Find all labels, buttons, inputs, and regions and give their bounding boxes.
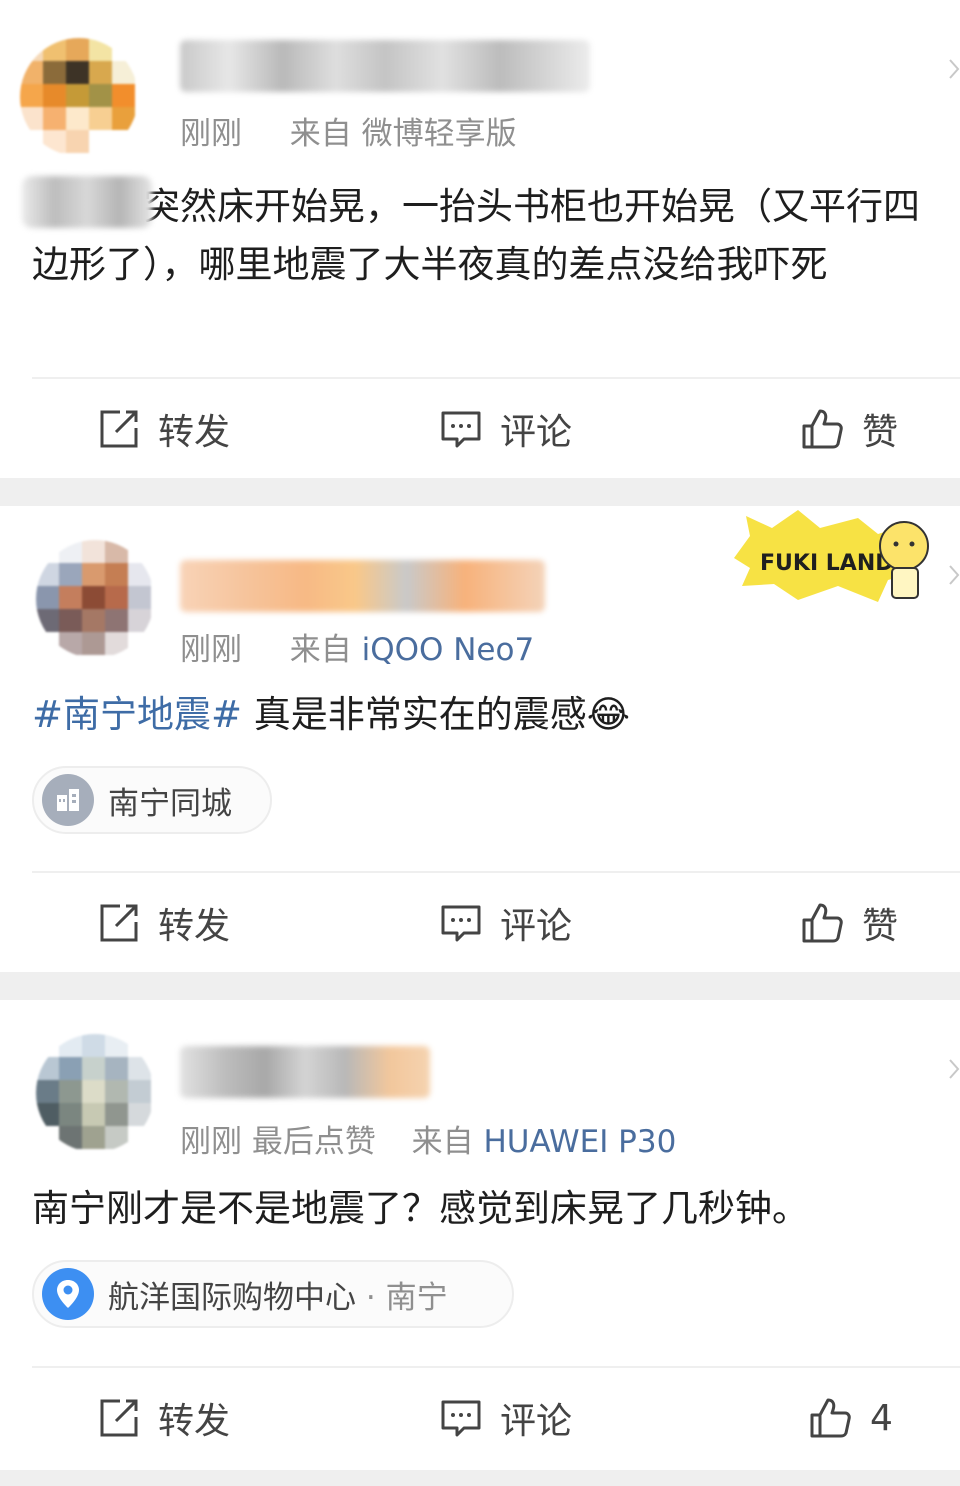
repost-button[interactable]: 转发 (98, 1368, 230, 1468)
source-device[interactable]: HUAWEI P30 (483, 1124, 676, 1160)
comment-label: 评论 (500, 412, 573, 453)
post-meta: 刚刚 来自 微博轻享版 (180, 108, 517, 153)
action-bar: 转发 评论 赞 (32, 871, 960, 973)
post-meta: 刚刚 来自 iQOO Neo7 (180, 624, 534, 669)
city-icon (42, 774, 94, 826)
location-pin-icon (42, 1268, 94, 1320)
comment-icon (441, 1400, 481, 1437)
badge-text: FUKI LAND (760, 551, 894, 576)
username-blurred[interactable] (180, 1046, 430, 1098)
location-chip-label: 航洋国际购物中心 · 南宁 (108, 1272, 448, 1317)
comment-icon (441, 411, 481, 448)
action-bar: 转发 评论 赞 (32, 377, 960, 479)
comment-label: 评论 (500, 906, 573, 947)
redacted-text-blur (22, 176, 152, 228)
post-time: 刚刚 (180, 116, 242, 152)
like-label: 赞 (862, 412, 899, 453)
post-separator (0, 1470, 960, 1486)
post-text-body: 真是非常实在的震感😂 (242, 693, 631, 736)
like-button[interactable]: 赞 (800, 873, 898, 973)
like-count: 4 (870, 1397, 893, 1439)
comment-label: 评论 (500, 1401, 573, 1442)
repost-label: 转发 (158, 906, 231, 947)
like-button[interactable]: 4 (808, 1368, 893, 1468)
source-prefix: 来自 (289, 116, 352, 152)
comment-icon (441, 905, 481, 942)
fuki-land-badge[interactable]: FUKI LAND (728, 506, 950, 606)
username-blurred[interactable] (180, 560, 545, 612)
repost-label: 转发 (158, 1401, 231, 1442)
repost-icon (100, 1399, 138, 1437)
comment-button[interactable]: 评论 (440, 379, 572, 479)
source-device[interactable]: iQOO Neo7 (362, 632, 535, 668)
post-text: #南宁地震# 真是非常实在的震感😂 (32, 686, 947, 744)
post-meta: 刚刚 最后点赞 来自 HUAWEI P30 (180, 1116, 676, 1161)
post-text: 南宁刚才是不是地震了？感觉到床晃了几秒钟。 (32, 1187, 809, 1230)
source-prefix: 来自 (411, 1124, 474, 1160)
location-name: 航洋国际购物中心 (108, 1279, 356, 1316)
post-text: 吃着瓜突然床开始晃，一抬头书柜也开始晃（又平行四边形了），哪里地震了大半夜真的差… (32, 185, 920, 286)
post-card: 刚刚 来自 微博轻享版 吃着瓜突然床开始晃，一抬头书柜也开始晃（又平行四边形了）… (0, 0, 960, 478)
last-liked-label: 最后点赞 (251, 1124, 376, 1160)
source-prefix: 来自 (289, 632, 352, 668)
repost-icon (100, 904, 138, 942)
avatar[interactable] (36, 540, 154, 658)
username-blurred[interactable] (180, 40, 590, 92)
post-separator (0, 478, 960, 506)
action-bar: 转发 评论 4 (32, 1366, 960, 1468)
location-chip[interactable]: 航洋国际购物中心 · 南宁 (32, 1260, 514, 1328)
post-card: 刚刚 来自 iQOO Neo7 FUKI LAND #南宁地震# 真是非常实在的… (0, 506, 960, 972)
repost-button[interactable]: 转发 (98, 873, 230, 973)
comment-button[interactable]: 评论 (440, 873, 572, 973)
post-time: 刚刚 (180, 1124, 242, 1160)
post-card: 刚刚 最后点赞 来自 HUAWEI P30 南宁刚才是不是地震了？感觉到床晃了几… (0, 1000, 960, 1470)
avatar[interactable] (36, 1034, 154, 1152)
post-time: 刚刚 (180, 632, 242, 668)
like-label: 赞 (862, 906, 899, 947)
repost-button[interactable]: 转发 (98, 379, 230, 479)
like-icon (802, 409, 843, 449)
like-icon (810, 1398, 851, 1438)
post-separator (0, 972, 960, 1000)
chevron-down-icon[interactable] (948, 58, 960, 80)
city-chip-label: 南宁同城 (108, 785, 232, 822)
like-button[interactable]: 赞 (800, 379, 898, 479)
repost-label: 转发 (158, 412, 231, 453)
comment-button[interactable]: 评论 (440, 1368, 572, 1468)
chevron-down-icon[interactable] (948, 1058, 960, 1080)
topic-link[interactable]: #南宁地震# (32, 693, 242, 736)
avatar[interactable] (20, 38, 138, 156)
source-client[interactable]: 微博轻享版 (362, 116, 517, 152)
city-chip[interactable]: 南宁同城 (32, 766, 272, 834)
chevron-down-icon[interactable] (948, 564, 960, 586)
like-icon (802, 903, 843, 943)
repost-icon (100, 410, 138, 448)
location-city: · 南宁 (365, 1279, 448, 1316)
